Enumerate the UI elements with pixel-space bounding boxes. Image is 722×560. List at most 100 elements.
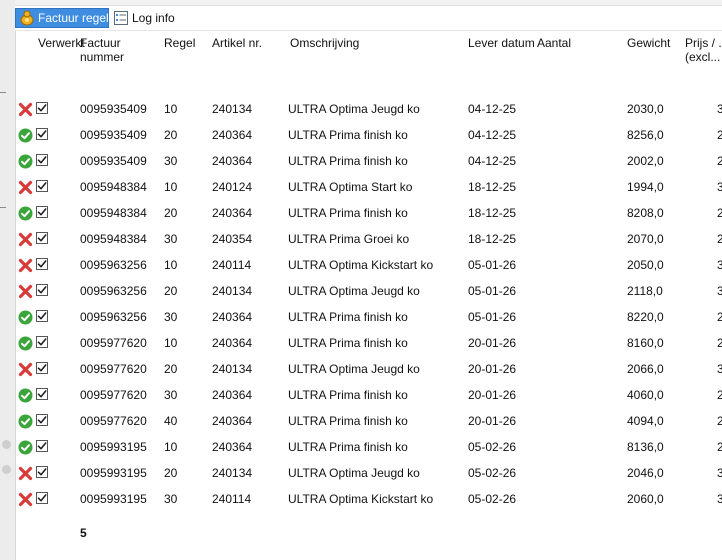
red-x-icon <box>18 284 33 299</box>
cell-lever-datum: 05-02-26 <box>468 492 517 506</box>
tab-bar: Factuur regels Log info <box>15 6 722 31</box>
verwerkt-checkbox[interactable] <box>36 336 48 348</box>
column-header-prijs[interactable]: Prijs / ... (excl... <box>685 36 722 64</box>
table-row[interactable]: 0095977620 10 240364 ULTRA Prima finish ko 2… <box>15 330 722 356</box>
table-row[interactable]: 0095993195 20 240134 ULTRA Optima Jeugd ko 0… <box>15 460 722 486</box>
verwerkt-checkbox[interactable] <box>36 128 48 140</box>
cell-regel: 10 <box>164 336 178 350</box>
check-circle-icon <box>18 388 33 403</box>
verwerkt-checkbox[interactable] <box>36 102 48 114</box>
table-row[interactable]: 0095948384 20 240364 ULTRA Prima finish ko 1… <box>15 200 722 226</box>
cell-prijs: 2 <box>717 206 722 220</box>
check-circle-icon <box>18 154 33 169</box>
cell-prijs: 2 <box>717 232 722 246</box>
cell-omschrijving: ULTRA Prima finish ko <box>288 154 408 168</box>
verwerkt-checkbox[interactable] <box>36 180 48 192</box>
cell-gewicht: 2030,0 <box>627 102 664 116</box>
cell-gewicht: 2002,0 <box>627 154 664 168</box>
verwerkt-checkbox[interactable] <box>36 388 48 400</box>
verwerkt-checkbox[interactable] <box>36 310 48 322</box>
table-row[interactable]: 0095935409 10 240134 ULTRA Optima Jeugd ko 0… <box>15 96 722 122</box>
table-row[interactable]: 0095963256 20 240134 ULTRA Optima Jeugd ko 0… <box>15 278 722 304</box>
cell-omschrijving: ULTRA Optima Jeugd ko <box>288 284 420 298</box>
cell-factuur-nummer: 0095993195 <box>80 492 147 506</box>
cell-artikel-nr: 240364 <box>212 154 253 168</box>
table-row[interactable]: 0095935409 20 240364 ULTRA Prima finish ko 0… <box>15 122 722 148</box>
verwerkt-checkbox[interactable] <box>36 440 48 452</box>
column-header-omschrijving[interactable]: Omschrijving <box>290 36 359 50</box>
cell-factuur-nummer: 0095977620 <box>80 336 147 350</box>
cell-factuur-nummer: 0095977620 <box>80 414 147 428</box>
column-header-lever-datum[interactable]: Lever datum <box>468 36 535 50</box>
column-header-factuur-nummer[interactable]: Factuur nummer <box>80 36 150 64</box>
cell-lever-datum: 20-01-26 <box>468 414 517 428</box>
cell-artikel-nr: 240124 <box>212 180 253 194</box>
column-header-aantal[interactable]: Aantal <box>537 36 571 50</box>
red-x-icon <box>18 232 33 247</box>
cell-factuur-nummer: 0095963256 <box>80 310 147 324</box>
cell-gewicht: 2070,0 <box>627 232 664 246</box>
column-header-verwerkt[interactable]: Verwerkt <box>38 36 85 50</box>
table-row[interactable]: 0095948384 10 240124 ULTRA Optima Start ko 1… <box>15 174 722 200</box>
cell-gewicht: 2046,0 <box>627 466 664 480</box>
tab-log-info[interactable]: Log info <box>110 8 175 28</box>
table-row[interactable]: 0095963256 30 240364 ULTRA Prima finish ko 0… <box>15 304 722 330</box>
table-row[interactable]: 0095977620 20 240134 ULTRA Optima Jeugd ko 2… <box>15 356 722 382</box>
tab-label: Factuur regels <box>38 11 115 25</box>
panel-tick <box>0 92 6 93</box>
cell-regel: 20 <box>164 284 178 298</box>
list-log-icon <box>113 10 129 26</box>
cell-gewicht: 2066,0 <box>627 362 664 376</box>
cell-gewicht: 1994,0 <box>627 180 664 194</box>
verwerkt-checkbox[interactable] <box>36 362 48 374</box>
verwerkt-checkbox[interactable] <box>36 492 48 504</box>
cell-lever-datum: 20-01-26 <box>468 336 517 350</box>
cell-artikel-nr: 240114 <box>212 492 252 506</box>
table-row[interactable]: 0095993195 30 240114 ULTRA Optima Kickstart… <box>15 486 722 512</box>
check-circle-icon <box>18 336 33 351</box>
panel-marker <box>2 465 11 474</box>
table-row[interactable]: 0095993195 10 240364 ULTRA Prima finish ko 0… <box>15 434 722 460</box>
cell-gewicht: 2118,0 <box>627 284 663 298</box>
cell-factuur-nummer: 0095935409 <box>80 128 147 142</box>
verwerkt-checkbox[interactable] <box>36 154 48 166</box>
table-row[interactable]: 0095977620 30 240364 ULTRA Prima finish ko 2… <box>15 382 722 408</box>
cell-lever-datum: 04-12-25 <box>468 128 517 142</box>
cell-gewicht: 4094,0 <box>627 414 664 428</box>
column-header-artikel-nr[interactable]: Artikel nr. <box>212 36 262 50</box>
check-circle-icon <box>18 206 33 221</box>
verwerkt-checkbox[interactable] <box>36 284 48 296</box>
cell-omschrijving: ULTRA Prima finish ko <box>288 414 408 428</box>
verwerkt-checkbox[interactable] <box>36 206 48 218</box>
verwerkt-checkbox[interactable] <box>36 232 48 244</box>
tab-factuur-regels[interactable]: Factuur regels <box>15 8 115 28</box>
cell-regel: 10 <box>164 440 178 454</box>
red-x-icon <box>18 180 33 195</box>
cell-lever-datum: 18-12-25 <box>468 232 517 246</box>
verwerkt-checkbox[interactable] <box>36 414 48 426</box>
table-row[interactable]: 0095948384 30 240354 ULTRA Prima Groei ko 18… <box>15 226 722 252</box>
column-header-regel[interactable]: Regel <box>164 36 195 50</box>
cell-lever-datum: 18-12-25 <box>468 206 517 220</box>
cell-prijs: 3 <box>717 258 722 272</box>
red-x-icon <box>18 102 33 117</box>
cell-factuur-nummer: 0095948384 <box>80 206 147 220</box>
column-header-gewicht[interactable]: Gewicht <box>627 36 670 50</box>
cell-prijs: 2 <box>717 128 722 142</box>
verwerkt-checkbox[interactable] <box>36 466 48 478</box>
red-x-icon <box>18 466 33 481</box>
cell-factuur-nummer: 0095935409 <box>80 154 147 168</box>
cell-omschrijving: ULTRA Prima finish ko <box>288 388 408 402</box>
left-panel-edge <box>0 0 16 560</box>
cell-regel: 40 <box>164 414 178 428</box>
table-row[interactable]: 0095963256 10 240114 ULTRA Optima Kickstart… <box>15 252 722 278</box>
table-row[interactable]: 0095935409 30 240364 ULTRA Prima finish ko 0… <box>15 148 722 174</box>
table-row[interactable]: 0095977620 40 240364 ULTRA Prima finish ko 2… <box>15 408 722 434</box>
cell-regel: 30 <box>164 232 178 246</box>
verwerkt-checkbox[interactable] <box>36 258 48 270</box>
cell-regel: 30 <box>164 310 178 324</box>
cell-artikel-nr: 240364 <box>212 128 253 142</box>
cell-artikel-nr: 240364 <box>212 206 253 220</box>
red-x-icon <box>18 492 33 507</box>
cell-artikel-nr: 240134 <box>212 466 253 480</box>
